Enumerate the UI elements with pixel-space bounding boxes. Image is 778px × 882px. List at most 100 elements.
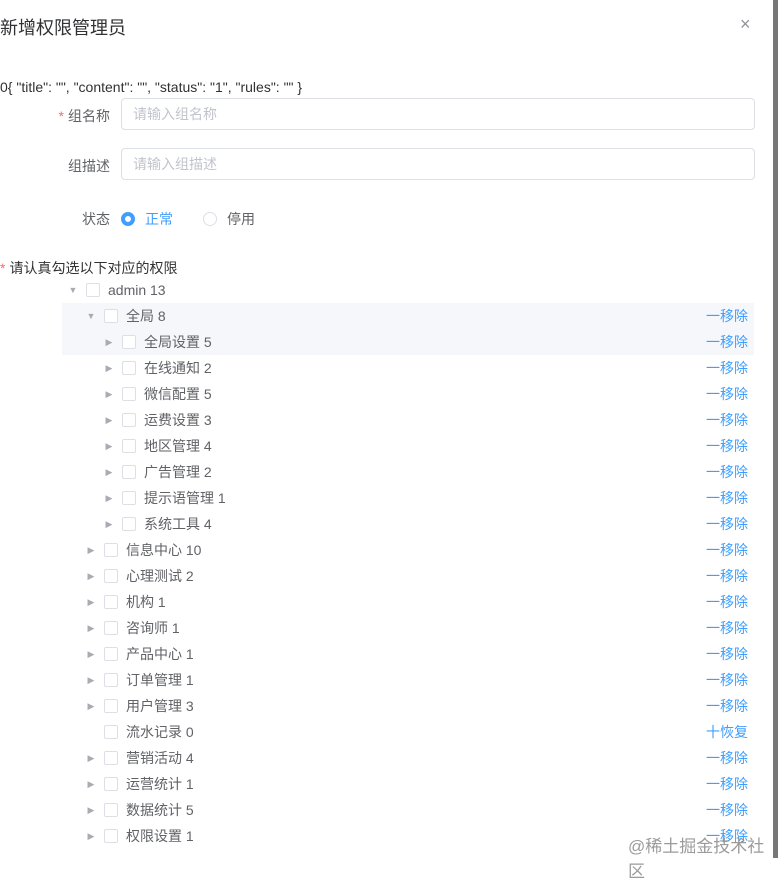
tree-node[interactable]: ▶ 心理测试 2 一移除 <box>0 563 760 589</box>
group-desc-input[interactable] <box>121 148 755 180</box>
tree-checkbox[interactable] <box>122 335 136 349</box>
status-radio-disabled[interactable]: 停用 <box>203 209 255 229</box>
tree-node[interactable]: ▶ 广告管理 2 一移除 <box>0 459 760 485</box>
tree-node[interactable]: ▶ 咨询师 1 一移除 <box>0 615 760 641</box>
tree-checkbox[interactable] <box>104 673 118 687</box>
caret-right-icon[interactable]: ▶ <box>104 441 114 452</box>
tree-checkbox[interactable] <box>104 647 118 661</box>
caret-right-icon[interactable]: ▶ <box>86 675 96 686</box>
tree-node-label: 订单管理 1 <box>126 672 194 688</box>
tree-checkbox[interactable] <box>104 595 118 609</box>
remove-button[interactable]: 一移除 <box>706 384 748 404</box>
caret-down-icon[interactable]: ▼ <box>86 311 96 321</box>
radio-unchecked-icon <box>203 212 217 226</box>
tree-checkbox[interactable] <box>122 387 136 401</box>
caret-right-icon[interactable]: ▶ <box>104 363 114 374</box>
tree-checkbox[interactable] <box>122 361 136 375</box>
restore-button[interactable]: 十恢复 <box>706 722 748 742</box>
tree-node[interactable]: ▶ 运费设置 3 一移除 <box>0 407 760 433</box>
tree-checkbox[interactable] <box>104 309 118 323</box>
tree-node[interactable]: ▶ 用户管理 3 一移除 <box>0 693 760 719</box>
remove-button[interactable]: 一移除 <box>706 748 748 768</box>
debug-json-text: 0{ "title": "", "content": "", "status":… <box>0 79 303 95</box>
tree-checkbox[interactable] <box>86 283 100 297</box>
remove-button[interactable]: 一移除 <box>706 514 748 534</box>
tree-node[interactable]: ▶ 微信配置 5 一移除 <box>0 381 760 407</box>
tree-node[interactable]: ▶ 系统工具 4 一移除 <box>0 511 760 537</box>
tree-node-label: 产品中心 1 <box>126 646 194 662</box>
close-icon[interactable]: × <box>740 14 751 35</box>
tree-node-label: admin 13 <box>108 282 166 298</box>
remove-button[interactable]: 一移除 <box>706 670 748 690</box>
status-radio-normal[interactable]: 正常 <box>121 209 173 229</box>
tree-checkbox[interactable] <box>122 491 136 505</box>
tree-node[interactable]: ▼ 全局 8 一移除 <box>62 303 754 329</box>
tree-checkbox[interactable] <box>104 829 118 843</box>
tree-node[interactable]: ▶ 机构 1 一移除 <box>0 589 760 615</box>
caret-right-icon[interactable]: ▶ <box>86 623 96 634</box>
remove-button[interactable]: 一移除 <box>706 358 748 378</box>
caret-down-icon[interactable]: ▼ <box>68 285 78 295</box>
tree-node[interactable]: ▶ 产品中心 1 一移除 <box>0 641 760 667</box>
remove-button[interactable]: 一移除 <box>706 644 748 664</box>
group-name-input[interactable] <box>121 98 755 130</box>
caret-right-icon[interactable]: ▶ <box>86 779 96 790</box>
caret-right-icon[interactable]: ▶ <box>104 415 114 426</box>
remove-button[interactable]: 一移除 <box>706 566 748 586</box>
tree-checkbox[interactable] <box>104 569 118 583</box>
caret-right-icon[interactable]: ▶ <box>104 467 114 478</box>
tree-node[interactable]: ▶ 全局设置 5 一移除 <box>62 329 754 355</box>
tree-node[interactable]: ▶ 运营统计 1 一移除 <box>0 771 760 797</box>
remove-button[interactable]: 一移除 <box>706 540 748 560</box>
tree-node[interactable]: ▶ 地区管理 4 一移除 <box>0 433 760 459</box>
tree-checkbox[interactable] <box>104 725 118 739</box>
tree-checkbox[interactable] <box>104 751 118 765</box>
remove-button[interactable]: 一移除 <box>706 306 748 326</box>
permission-tree: ▼ admin 13 ▼ 全局 8 一移除 ▶ 全局设置 5 一移除 ▶ 在线通知 2 一移除 ▶ 微信… <box>0 277 760 849</box>
caret-right-icon[interactable]: ▶ <box>86 805 96 816</box>
remove-button[interactable]: 一移除 <box>706 618 748 638</box>
remove-button[interactable]: 一移除 <box>706 462 748 482</box>
tree-checkbox[interactable] <box>122 465 136 479</box>
tree-node[interactable]: ▼ admin 13 <box>0 277 760 303</box>
caret-right-icon[interactable]: ▶ <box>86 597 96 608</box>
tree-node[interactable]: ▶ 提示语管理 1 一移除 <box>0 485 760 511</box>
tree-node[interactable]: 流水记录 0 十恢复 <box>0 719 760 745</box>
tree-checkbox[interactable] <box>104 621 118 635</box>
tree-checkbox[interactable] <box>104 543 118 557</box>
tree-node[interactable]: ▶ 信息中心 10 一移除 <box>0 537 760 563</box>
caret-right-icon[interactable]: ▶ <box>86 571 96 582</box>
remove-button[interactable]: 一移除 <box>706 774 748 794</box>
caret-right-icon[interactable]: ▶ <box>86 545 96 556</box>
tree-checkbox[interactable] <box>104 699 118 713</box>
caret-right-icon[interactable]: ▶ <box>104 519 114 530</box>
tree-node-label: 心理测试 2 <box>126 568 194 584</box>
tree-node[interactable]: ▶ 在线通知 2 一移除 <box>0 355 760 381</box>
remove-button[interactable]: 一移除 <box>706 800 748 820</box>
caret-right-icon[interactable]: ▶ <box>86 649 96 660</box>
tree-node-label: 全局设置 5 <box>144 334 212 350</box>
remove-button[interactable]: 一移除 <box>706 696 748 716</box>
caret-right-icon[interactable]: ▶ <box>104 337 114 348</box>
caret-right-icon[interactable]: ▶ <box>86 831 96 842</box>
tree-node-label: 机构 1 <box>126 594 166 610</box>
tree-checkbox[interactable] <box>122 439 136 453</box>
remove-button[interactable]: 一移除 <box>706 332 748 352</box>
caret-right-icon[interactable]: ▶ <box>104 493 114 504</box>
caret-right-icon[interactable]: ▶ <box>86 753 96 764</box>
remove-button[interactable]: 一移除 <box>706 592 748 612</box>
caret-right-icon[interactable]: ▶ <box>86 701 96 712</box>
tree-checkbox[interactable] <box>122 413 136 427</box>
remove-button[interactable]: 一移除 <box>706 488 748 508</box>
caret-right-icon[interactable]: ▶ <box>104 389 114 400</box>
tree-checkbox[interactable] <box>104 803 118 817</box>
tree-node[interactable]: ▶ 数据统计 5 一移除 <box>0 797 760 823</box>
tree-node[interactable]: ▶ 订单管理 1 一移除 <box>0 667 760 693</box>
scrollbar[interactable] <box>773 0 778 858</box>
tree-node[interactable]: ▶ 营销活动 4 一移除 <box>0 745 760 771</box>
tree-checkbox[interactable] <box>122 517 136 531</box>
remove-button[interactable]: 一移除 <box>706 410 748 430</box>
remove-button[interactable]: 一移除 <box>706 436 748 456</box>
tree-checkbox[interactable] <box>104 777 118 791</box>
tree-node-label: 广告管理 2 <box>144 464 212 480</box>
